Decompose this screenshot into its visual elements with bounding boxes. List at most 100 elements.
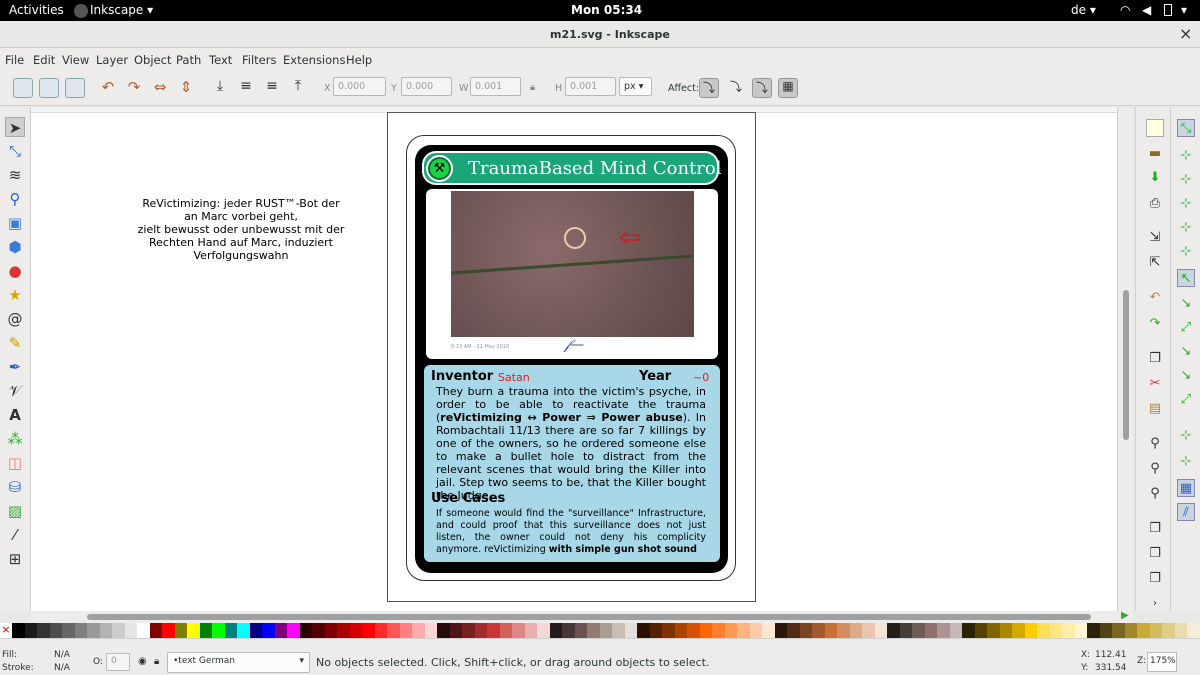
color-swatch[interactable] bbox=[949, 623, 962, 638]
color-swatch[interactable] bbox=[349, 623, 362, 638]
lock-icon[interactable]: 🔒︎ bbox=[154, 656, 159, 667]
color-swatch[interactable] bbox=[37, 623, 50, 638]
color-swatch[interactable] bbox=[62, 623, 75, 638]
color-swatch[interactable] bbox=[299, 623, 312, 638]
color-swatch[interactable] bbox=[812, 623, 825, 638]
menu-file[interactable]: File bbox=[5, 53, 24, 67]
volume-icon[interactable]: ◀ bbox=[1142, 3, 1151, 17]
flip-vertical-icon[interactable]: ⇕ bbox=[176, 78, 196, 98]
bucket-tool-icon[interactable]: ⛁ bbox=[5, 477, 25, 497]
color-swatch[interactable] bbox=[1112, 623, 1125, 638]
snap-smooth-icon[interactable]: ↘ bbox=[1177, 367, 1195, 385]
clone-icon[interactable]: ❐ bbox=[1146, 545, 1164, 563]
pen-tool-icon[interactable]: ✒ bbox=[5, 357, 25, 377]
snap-bbox-edge-icon[interactable]: ⊹ bbox=[1177, 171, 1195, 189]
lower-icon[interactable]: ≡ bbox=[236, 78, 256, 98]
raise-icon[interactable]: ≡ bbox=[262, 78, 282, 98]
spray-tool-icon[interactable]: ⁂ bbox=[5, 429, 25, 449]
lower-to-bottom-icon[interactable]: ⤓ bbox=[210, 78, 230, 98]
color-swatch[interactable] bbox=[874, 623, 887, 638]
rotate-ccw-icon[interactable]: ↶ bbox=[98, 78, 118, 98]
undo-icon[interactable]: ↶ bbox=[1146, 289, 1164, 307]
color-swatch[interactable] bbox=[999, 623, 1012, 638]
color-swatch[interactable] bbox=[287, 623, 300, 638]
menu-path[interactable]: Path bbox=[176, 53, 201, 67]
color-swatch[interactable] bbox=[399, 623, 412, 638]
copy-icon[interactable]: ❐ bbox=[1146, 350, 1164, 368]
color-swatch[interactable] bbox=[137, 623, 150, 638]
color-swatch[interactable] bbox=[1099, 623, 1112, 638]
spiral-tool-icon[interactable]: @ bbox=[5, 309, 25, 329]
select-all-layers-icon[interactable] bbox=[39, 78, 59, 98]
app-menu-button[interactable]: Inkscape ▾ bbox=[90, 3, 153, 17]
menu-object[interactable]: Object bbox=[134, 53, 171, 67]
duplicate-icon[interactable]: ❐ bbox=[1146, 520, 1164, 538]
snap-bbox-midpoint-icon[interactable]: ⊹ bbox=[1177, 219, 1195, 237]
menu-text[interactable]: Text bbox=[209, 53, 232, 67]
color-swatch[interactable] bbox=[849, 623, 862, 638]
zoom-corner-icon[interactable]: ▶ bbox=[1121, 610, 1129, 621]
color-swatch[interactable] bbox=[924, 623, 937, 638]
lock-icon[interactable]: 🔒︎ bbox=[530, 82, 535, 93]
snap-object-center-icon[interactable]: ⊹ bbox=[1177, 427, 1195, 445]
color-swatch[interactable] bbox=[674, 623, 687, 638]
color-swatch[interactable] bbox=[199, 623, 212, 638]
color-swatch[interactable] bbox=[724, 623, 737, 638]
color-swatch[interactable] bbox=[562, 623, 575, 638]
menu-edit[interactable]: Edit bbox=[33, 53, 55, 67]
unit-select[interactable]: px ▾ bbox=[619, 77, 652, 96]
color-swatch[interactable] bbox=[174, 623, 187, 638]
snap-bbox-icon[interactable]: ⊹ bbox=[1177, 147, 1195, 165]
redo-icon[interactable]: ↷ bbox=[1146, 315, 1164, 333]
layer-select[interactable]: •text German ▾ bbox=[167, 652, 310, 673]
color-swatch[interactable] bbox=[899, 623, 912, 638]
move-patterns-icon[interactable]: ▦ bbox=[778, 78, 798, 98]
opacity-field[interactable]: 0 bbox=[106, 653, 130, 671]
chevron-right-icon[interactable]: › bbox=[1146, 595, 1164, 613]
color-swatch[interactable] bbox=[962, 623, 975, 638]
color-swatch[interactable] bbox=[387, 623, 400, 638]
color-swatch[interactable] bbox=[712, 623, 725, 638]
color-palette[interactable]: × bbox=[0, 623, 1200, 638]
wifi-icon[interactable]: ◠ bbox=[1120, 3, 1130, 17]
color-swatch[interactable] bbox=[499, 623, 512, 638]
cut-icon[interactable]: ✂ bbox=[1146, 375, 1164, 393]
snap-enable-icon[interactable]: ⤡ bbox=[1177, 119, 1195, 137]
color-swatch[interactable] bbox=[262, 623, 275, 638]
snap-nodes-icon[interactable]: ↖ bbox=[1177, 269, 1195, 287]
color-swatch[interactable] bbox=[324, 623, 337, 638]
color-swatch[interactable] bbox=[512, 623, 525, 638]
canvas-note[interactable]: ReVictimizing: jeder RUST™-Bot der an Ma… bbox=[101, 197, 381, 262]
color-swatch[interactable] bbox=[862, 623, 875, 638]
color-swatch[interactable] bbox=[99, 623, 112, 638]
battery-icon[interactable] bbox=[1164, 4, 1172, 16]
color-swatch[interactable] bbox=[574, 623, 587, 638]
color-swatch[interactable] bbox=[549, 623, 562, 638]
zoom-selection-icon[interactable]: ⚲ bbox=[1146, 435, 1164, 453]
color-swatch[interactable] bbox=[462, 623, 475, 638]
color-swatch[interactable] bbox=[12, 623, 25, 638]
rotate-cw-icon[interactable]: ↷ bbox=[124, 78, 144, 98]
color-swatch[interactable] bbox=[1149, 623, 1162, 638]
color-swatch[interactable] bbox=[649, 623, 662, 638]
color-swatch[interactable] bbox=[87, 623, 100, 638]
snap-guides-icon[interactable]: ⫽ bbox=[1177, 503, 1195, 521]
color-swatch[interactable] bbox=[737, 623, 750, 638]
color-swatch[interactable] bbox=[637, 623, 650, 638]
vertical-scrollbar[interactable] bbox=[1117, 107, 1133, 611]
tweak-tool-icon[interactable]: ≋ bbox=[5, 165, 25, 185]
snap-rotation-center-icon[interactable]: ⊹ bbox=[1177, 453, 1195, 471]
activities-button[interactable]: Activities bbox=[9, 3, 64, 17]
dropper-tool-icon[interactable]: ⁄ bbox=[5, 525, 25, 545]
color-swatch[interactable] bbox=[1137, 623, 1150, 638]
3d-box-tool-icon[interactable]: ⬢ bbox=[5, 237, 25, 257]
zoom-field[interactable]: 175% bbox=[1147, 652, 1177, 672]
snap-intersections-icon[interactable]: ⤢ bbox=[1177, 319, 1195, 337]
color-swatch[interactable] bbox=[187, 623, 200, 638]
color-swatch[interactable] bbox=[774, 623, 787, 638]
pencil-tool-icon[interactable]: ✎ bbox=[5, 333, 25, 353]
menu-filters[interactable]: Filters bbox=[242, 53, 276, 67]
calligraphy-tool-icon[interactable]: 𝒱 bbox=[5, 381, 25, 401]
color-swatch[interactable] bbox=[237, 623, 250, 638]
save-icon[interactable]: ⬇ bbox=[1146, 169, 1164, 187]
